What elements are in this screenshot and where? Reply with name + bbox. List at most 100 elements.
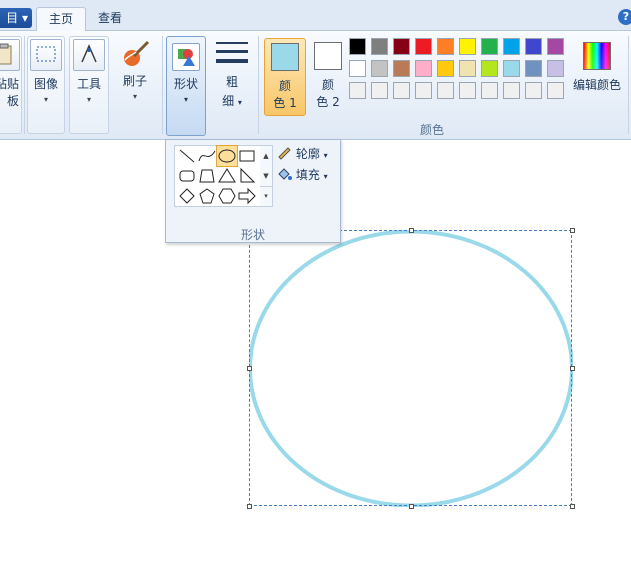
resize-handle-left[interactable] — [247, 366, 252, 371]
custom-color-swatch[interactable] — [481, 82, 498, 99]
palette-swatch[interactable] — [503, 38, 520, 55]
color-palette — [349, 38, 569, 102]
image-label: 图像 — [33, 77, 58, 91]
rounded-rectangle-icon[interactable] — [177, 166, 197, 186]
custom-color-swatch[interactable] — [503, 82, 520, 99]
color1-label-line2: 色 1 — [273, 96, 297, 110]
resize-handle-bottom[interactable] — [409, 504, 414, 509]
group-separator — [628, 36, 629, 134]
paint-bucket-icon — [276, 165, 292, 186]
size-button[interactable]: 粗 细 ▾ — [212, 36, 252, 136]
edit-colors-button[interactable]: 编辑颜色 — [570, 38, 624, 116]
select-icon — [30, 39, 62, 71]
size-label-line2: 细 ▾ — [222, 94, 242, 108]
shape-gallery-scrollbar[interactable]: ▲ ▼ ▾ — [260, 145, 273, 207]
resize-handle-bottom-right[interactable] — [570, 504, 575, 509]
right-triangle-icon[interactable] — [237, 166, 257, 186]
custom-color-swatch[interactable] — [371, 82, 388, 99]
right-arrow-icon[interactable] — [237, 186, 257, 206]
pentagon-icon[interactable] — [197, 186, 217, 206]
palette-swatch[interactable] — [415, 60, 432, 77]
chevron-down-icon: ▾ — [86, 95, 91, 104]
palette-swatch[interactable] — [481, 60, 498, 77]
fill-label: 填充 — [295, 168, 320, 182]
clipboard-button[interactable]: 粘贴板 — [0, 36, 22, 134]
scroll-down-icon[interactable]: ▼ — [260, 166, 272, 186]
shapes-group-label: 形状 — [240, 228, 265, 242]
file-menu-button[interactable]: 目 ▾ — [0, 8, 32, 28]
color-spectrum-icon — [583, 42, 611, 70]
color1-swatch — [271, 43, 299, 71]
palette-swatch[interactable] — [459, 60, 476, 77]
palette-swatch[interactable] — [415, 38, 432, 55]
palette-swatch[interactable] — [371, 60, 388, 77]
palette-swatch[interactable] — [349, 38, 366, 55]
selection-box[interactable] — [249, 230, 572, 506]
color2-label-line2: 色 2 — [316, 95, 340, 109]
line-icon[interactable] — [177, 146, 197, 166]
palette-swatch[interactable] — [393, 38, 410, 55]
palette-swatch[interactable] — [371, 38, 388, 55]
shapes-icon — [172, 43, 200, 71]
resize-handle-bottom-left[interactable] — [247, 504, 252, 509]
palette-swatch[interactable] — [525, 38, 542, 55]
diamond-icon[interactable] — [177, 186, 197, 206]
color1-button[interactable]: 颜 色 1 — [264, 38, 306, 116]
custom-color-swatch[interactable] — [349, 82, 366, 99]
custom-color-swatch[interactable] — [547, 82, 564, 99]
color1-label-line1: 颜 — [278, 79, 291, 93]
brush-icon — [120, 38, 150, 68]
clipboard-label: 粘贴板 — [0, 77, 19, 108]
tools-button[interactable]: 工具 ▾ — [69, 36, 109, 134]
color2-label-line1: 颜 — [321, 78, 334, 92]
outline-label: 轮廓 — [295, 147, 320, 161]
help-icon[interactable]: ? — [618, 9, 631, 25]
palette-swatch[interactable] — [459, 38, 476, 55]
chevron-down-icon: ▾ — [323, 151, 328, 160]
palette-swatch[interactable] — [393, 60, 410, 77]
expand-gallery-icon[interactable]: ▾ — [260, 186, 272, 205]
oval-icon[interactable] — [216, 145, 238, 167]
chevron-down-icon: ▾ — [183, 95, 188, 104]
fill-option[interactable]: 填充 ▾ — [276, 165, 328, 183]
curve-icon[interactable] — [197, 146, 217, 166]
hexagon-icon[interactable] — [217, 186, 237, 206]
custom-color-swatch[interactable] — [525, 82, 542, 99]
custom-color-swatch[interactable] — [459, 82, 476, 99]
resize-handle-top[interactable] — [409, 228, 414, 233]
shape-gallery — [174, 145, 262, 207]
paste-icon — [0, 39, 20, 71]
pencil-icon — [276, 144, 292, 165]
chevron-down-icon: ▾ — [132, 92, 137, 101]
palette-swatch[interactable] — [349, 60, 366, 77]
scroll-up-icon[interactable]: ▲ — [260, 146, 272, 166]
resize-handle-top-right[interactable] — [570, 228, 575, 233]
palette-swatch[interactable] — [547, 60, 564, 77]
shapes-label: 形状 — [173, 77, 198, 91]
color2-button[interactable]: 颜 色 2 — [310, 38, 346, 116]
group-separator — [162, 36, 163, 134]
outline-option[interactable]: 轮廓 ▾ — [276, 144, 328, 162]
triangle-icon[interactable] — [217, 166, 237, 186]
tab-view[interactable]: 查看 — [86, 7, 134, 30]
custom-color-swatch[interactable] — [415, 82, 432, 99]
tab-home[interactable]: 主页 — [36, 7, 87, 32]
palette-swatch[interactable] — [547, 38, 564, 55]
size-icon — [212, 36, 252, 63]
palette-swatch[interactable] — [437, 60, 454, 77]
palette-swatch[interactable] — [525, 60, 542, 77]
custom-color-swatch[interactable] — [393, 82, 410, 99]
shapes-button[interactable]: 形状 ▾ — [166, 36, 206, 136]
brushes-button[interactable]: 刷子 ▾ — [113, 36, 157, 101]
palette-swatch[interactable] — [437, 38, 454, 55]
palette-swatch[interactable] — [503, 60, 520, 77]
palette-swatch[interactable] — [481, 38, 498, 55]
tools-icon — [73, 39, 105, 71]
size-label-line1: 粗 — [225, 75, 238, 89]
resize-handle-right[interactable] — [570, 366, 575, 371]
polygon-icon[interactable] — [197, 166, 217, 186]
rectangle-icon[interactable] — [237, 146, 257, 166]
image-button[interactable]: 图像 ▾ — [27, 36, 65, 134]
group-separator — [258, 36, 259, 134]
custom-color-swatch[interactable] — [437, 82, 454, 99]
